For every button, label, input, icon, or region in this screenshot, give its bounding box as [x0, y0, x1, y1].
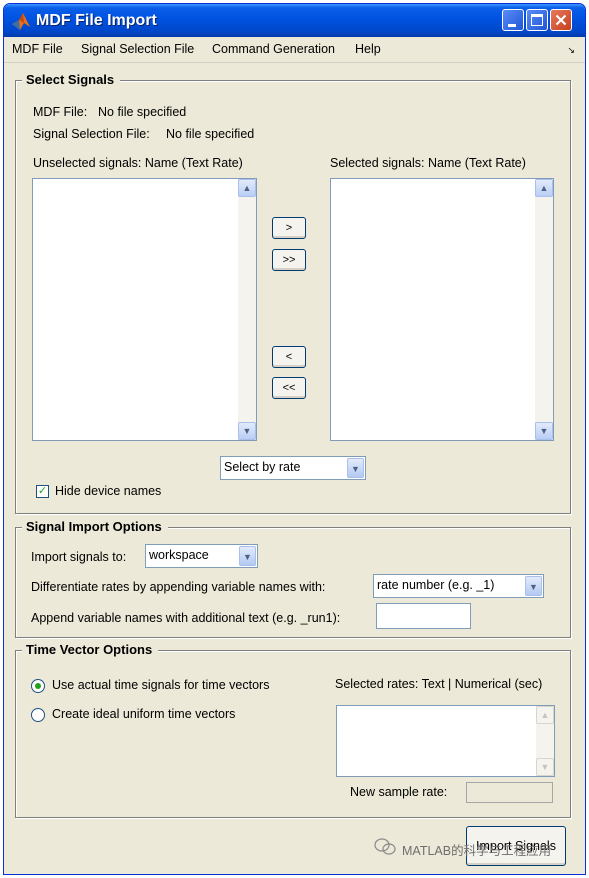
close-button[interactable] — [550, 9, 572, 31]
mdf-file-value: No file specified — [98, 105, 187, 119]
differentiate-dropdown[interactable]: rate number (e.g. _1) ▼ — [373, 574, 544, 598]
select-by-rate-dropdown[interactable]: Select by rate ▼ — [220, 456, 366, 480]
new-sample-rate-label: New sample rate: — [350, 785, 448, 799]
selected-scrollbar[interactable]: ▲ ▼ — [535, 179, 553, 440]
actual-time-label: Use actual time signals for time vectors — [52, 678, 270, 692]
import-to-label: Import signals to: — [31, 550, 127, 564]
title-bar[interactable]: MDF File Import — [4, 4, 585, 37]
scroll-up-icon[interactable]: ▲ — [536, 706, 554, 724]
select-by-rate-value: Select by rate — [224, 460, 301, 474]
signal-import-options-group: Signal Import Options Import signals to:… — [15, 519, 571, 638]
maximize-button[interactable] — [526, 9, 548, 31]
append-label: Append variable names with additional te… — [31, 611, 341, 625]
unselected-signals-list[interactable]: ▲ ▼ — [32, 178, 257, 441]
scroll-up-icon[interactable]: ▲ — [238, 179, 256, 197]
mdf-import-window: MDF File Import MDF File Signal Selectio… — [3, 3, 586, 875]
scroll-down-icon[interactable]: ▼ — [535, 422, 553, 440]
wechat-icon — [374, 838, 396, 855]
window-title: MDF File Import — [36, 12, 157, 29]
menu-bar: MDF File Signal Selection File Command G… — [4, 37, 585, 63]
selected-rates-label: Selected rates: Text | Numerical (sec) — [335, 677, 543, 691]
menu-overflow-icon[interactable]: ↘ — [567, 45, 575, 56]
differentiate-label: Differentiate rates by appending variabl… — [31, 580, 326, 594]
matlab-logo-icon — [12, 13, 30, 30]
chevron-down-icon[interactable]: ▼ — [347, 458, 364, 478]
append-text-input[interactable] — [376, 603, 471, 629]
selection-file-value: No file specified — [166, 127, 255, 141]
select-signals-legend: Select Signals — [22, 72, 121, 87]
minimize-icon — [508, 24, 516, 27]
hide-device-names-label: Hide device names — [55, 484, 162, 498]
menu-command-generation[interactable]: Command Generation — [212, 42, 335, 56]
selected-signals-header: Selected signals: Name (Text Rate) — [330, 156, 526, 170]
remove-signal-button[interactable]: < — [272, 346, 306, 368]
minimize-button[interactable] — [502, 9, 524, 31]
mdf-file-label: MDF File: — [33, 105, 88, 119]
menu-signal-selection-file[interactable]: Signal Selection File — [81, 42, 194, 56]
import-to-value: workspace — [149, 548, 209, 562]
time-vector-options-legend: Time Vector Options — [22, 642, 159, 657]
add-signal-button[interactable]: > — [272, 217, 306, 239]
signal-import-options-legend: Signal Import Options — [22, 519, 168, 534]
selection-file-label: Signal Selection File: — [33, 127, 150, 141]
actual-time-radio[interactable] — [31, 679, 45, 693]
scroll-down-icon[interactable]: ▼ — [536, 758, 554, 776]
selected-signals-list[interactable]: ▲ ▼ — [330, 178, 554, 441]
chevron-down-icon[interactable]: ▼ — [525, 576, 542, 596]
import-to-dropdown[interactable]: workspace ▼ — [145, 544, 258, 568]
unselected-scrollbar[interactable]: ▲ ▼ — [238, 179, 256, 440]
scroll-down-icon[interactable]: ▼ — [238, 422, 256, 440]
differentiate-value: rate number (e.g. _1) — [377, 578, 495, 592]
watermark-text: MATLAB的科学与工程应用 — [402, 844, 552, 858]
select-signals-group: Select Signals MDF File: No file specifi… — [15, 72, 571, 514]
selected-rates-scrollbar[interactable]: ▲ ▼ — [536, 706, 554, 776]
chevron-down-icon[interactable]: ▼ — [239, 546, 256, 566]
unselected-signals-header: Unselected signals: Name (Text Rate) — [33, 156, 243, 170]
menu-mdf-file[interactable]: MDF File — [12, 42, 63, 56]
add-all-signals-button[interactable]: >> — [272, 249, 306, 271]
radio-selected-dot — [35, 683, 41, 689]
hide-device-names-checkbox[interactable]: ✓ — [36, 485, 49, 498]
time-vector-options-group: Time Vector Options Use actual time sign… — [15, 642, 571, 818]
remove-all-signals-button[interactable]: << — [272, 377, 306, 399]
ideal-time-label: Create ideal uniform time vectors — [52, 707, 236, 721]
ideal-time-radio[interactable] — [31, 708, 45, 722]
menu-help[interactable]: Help — [355, 42, 381, 56]
maximize-icon — [531, 14, 543, 26]
close-icon — [555, 14, 567, 26]
scroll-up-icon[interactable]: ▲ — [535, 179, 553, 197]
new-sample-rate-input[interactable] — [466, 782, 553, 803]
selected-rates-list[interactable]: ▲ ▼ — [336, 705, 555, 777]
